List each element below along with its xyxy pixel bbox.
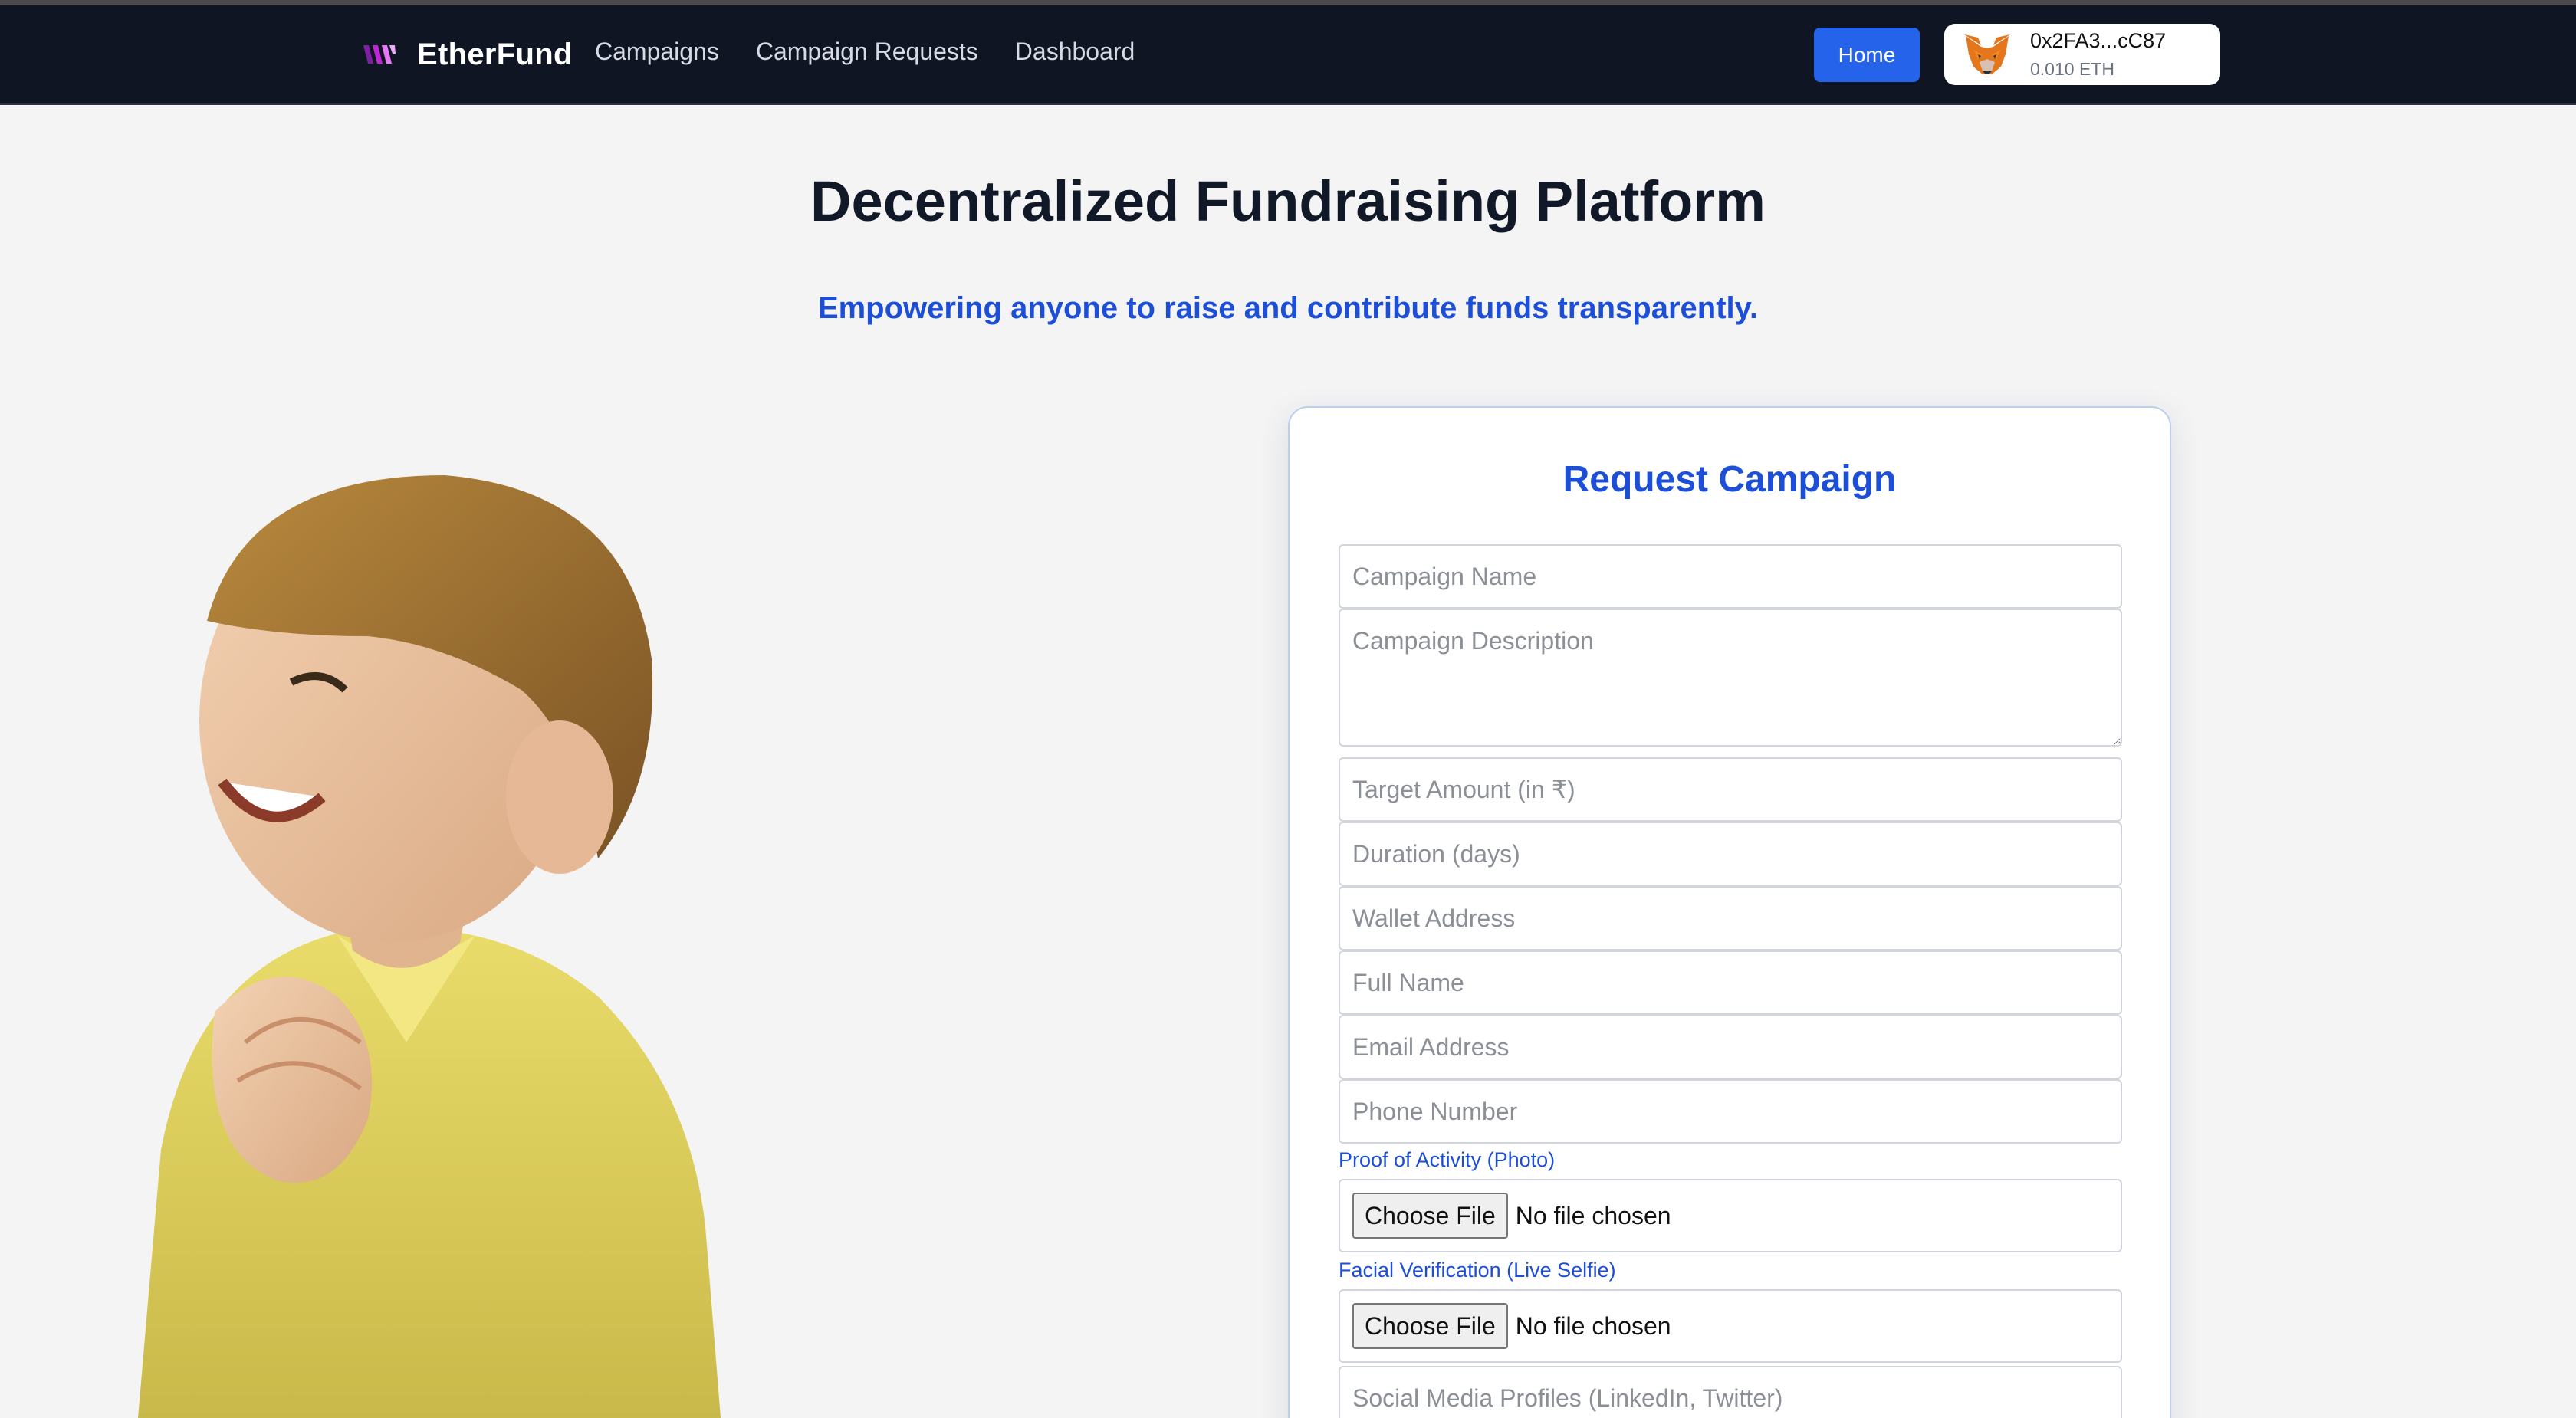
form-title: Request Campaign [1562,459,1897,500]
email-input[interactable] [1339,1015,2122,1079]
campaign-name-input[interactable] [1339,544,2122,609]
hero-subtitle: Empowering anyone to raise and contribut… [817,291,1759,325]
nav-link-campaigns[interactable]: Campaigns [595,38,719,66]
phone-input[interactable] [1339,1079,2122,1144]
campaign-description-input[interactable] [1339,609,2122,747]
duration-input[interactable] [1339,822,2122,886]
etherfund-logo-icon [363,45,396,64]
proof-of-activity-label: Proof of Activity (Photo) [1339,1148,1556,1171]
file-status: No file chosen [1515,1311,1671,1340]
home-button[interactable]: Home [1814,28,1920,82]
choose-file-button[interactable]: Choose File [1352,1193,1508,1239]
wallet-address-input[interactable] [1339,886,2122,950]
target-amount-input[interactable] [1339,757,2122,822]
top-strip [0,0,2576,5]
metamask-fox-icon [1964,34,2010,74]
social-media-input[interactable] [1339,1366,2122,1418]
hero-title: Decentralized Fundraising Platform [810,169,1766,233]
request-campaign-card: Request Campaign Proof of Activity (Phot… [1288,406,2171,1418]
facial-verification-file-input[interactable]: Choose File No file chosen [1339,1289,2122,1363]
choose-file-button[interactable]: Choose File [1352,1303,1508,1349]
nav-links: Campaigns Campaign Requests Dashboard [595,38,1171,66]
file-status: No file chosen [1515,1201,1671,1229]
facial-verification-label: Facial Verification (Live Selfie) [1339,1259,1616,1282]
brand-name: EtherFund [417,37,573,71]
full-name-input[interactable] [1339,950,2122,1015]
boy-photo [138,475,721,1418]
wallet-balance: 0.010 ETH [2030,59,2114,79]
proof-of-activity-file-input[interactable]: Choose File No file chosen [1339,1179,2122,1252]
page: EtherFund Campaigns Campaign Requests Da… [0,0,2576,1418]
brand[interactable]: EtherFund [362,31,573,77]
navbar: EtherFund Campaigns Campaign Requests Da… [0,5,2576,105]
wallet-address: 0x2FA3...cC87 [2030,29,2167,52]
nav-link-dashboard[interactable]: Dashboard [1015,38,1135,66]
wallet-chip[interactable]: 0x2FA3...cC87 0.010 ETH [1944,24,2220,85]
nav-link-campaign-requests[interactable]: Campaign Requests [756,38,978,66]
